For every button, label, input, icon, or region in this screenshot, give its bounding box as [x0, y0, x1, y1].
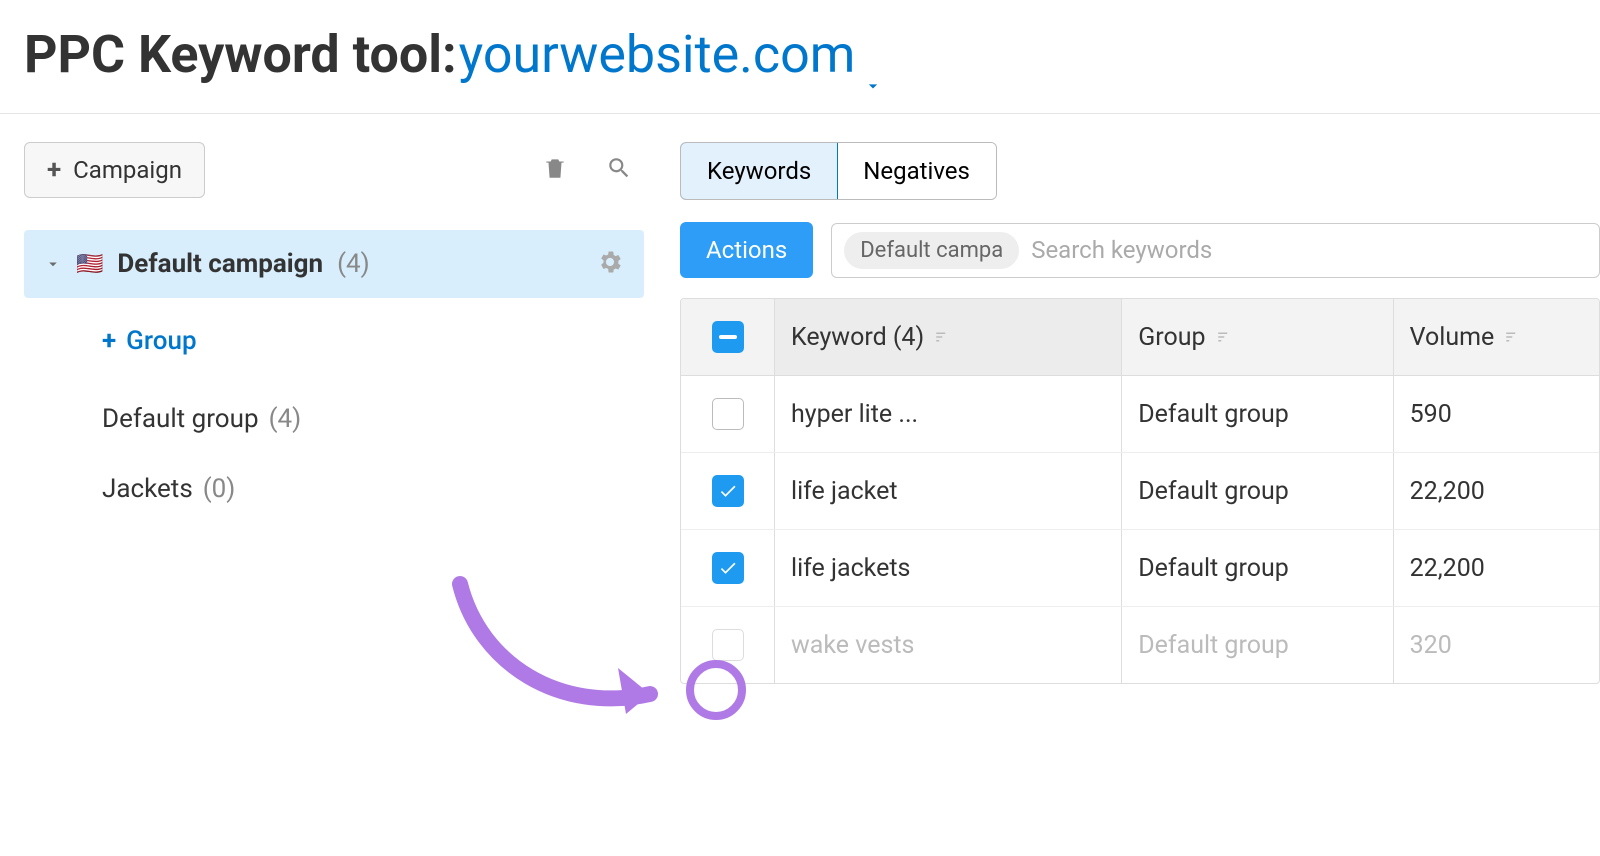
title-prefix: PPC Keyword tool: — [24, 24, 457, 85]
campaign-button-label: Campaign — [73, 156, 182, 184]
select-all-checkbox[interactable] — [712, 321, 744, 353]
chevron-down-icon — [44, 255, 62, 273]
group-item[interactable]: Jackets (0) — [24, 454, 644, 524]
cell-group[interactable]: Default group — [1122, 607, 1393, 683]
group-count: (0) — [203, 474, 236, 504]
search-bar[interactable]: Default campa — [831, 223, 1600, 278]
cell-group[interactable]: Default group — [1122, 376, 1393, 452]
cell-volume: 320 — [1394, 607, 1599, 683]
cell-keyword[interactable]: life jacket — [775, 453, 1122, 529]
domain-text: yourwebsite.com — [459, 24, 856, 85]
table-row: wake vests Default group 320 — [681, 607, 1599, 683]
column-group[interactable]: Group — [1122, 299, 1393, 375]
column-keyword[interactable]: Keyword (4) — [775, 299, 1122, 375]
group-count: (4) — [269, 404, 302, 434]
row-checkbox[interactable] — [712, 398, 744, 430]
row-checkbox[interactable] — [712, 475, 744, 507]
search-icon — [606, 155, 632, 181]
cell-keyword[interactable]: wake vests — [775, 607, 1122, 683]
plus-icon: + — [47, 155, 61, 185]
campaign-count: (4) — [337, 249, 370, 279]
table-row: life jacket Default group 22,200 — [681, 453, 1599, 530]
add-campaign-button[interactable]: + Campaign — [24, 142, 205, 198]
page-header: PPC Keyword tool: yourwebsite.com — [0, 0, 1600, 114]
sidebar: + Campaign 🇺🇸 Default campaign (4) — [24, 142, 644, 684]
campaign-settings-button[interactable] — [596, 248, 624, 280]
actions-button[interactable]: Actions — [680, 222, 813, 278]
cell-keyword[interactable]: life jackets — [775, 530, 1122, 606]
cell-volume: 22,200 — [1394, 530, 1599, 606]
sort-icon — [934, 328, 952, 346]
row-checkbox[interactable] — [712, 629, 744, 661]
group-item[interactable]: Default group (4) — [24, 384, 644, 454]
search-input[interactable] — [1031, 236, 1587, 264]
cell-volume: 22,200 — [1394, 453, 1599, 529]
delete-button[interactable] — [538, 151, 572, 189]
search-button[interactable] — [602, 151, 636, 189]
keywords-table: Keyword (4) Group Volume hyper lite ... … — [680, 298, 1600, 684]
group-name: Jackets — [102, 474, 193, 504]
cell-group[interactable]: Default group — [1122, 530, 1393, 606]
table-row: life jackets Default group 22,200 — [681, 530, 1599, 607]
filter-chip[interactable]: Default campa — [844, 232, 1019, 269]
page-title: PPC Keyword tool: yourwebsite.com — [24, 24, 1576, 85]
campaign-row[interactable]: 🇺🇸 Default campaign (4) — [24, 230, 644, 298]
tab-keywords[interactable]: Keywords — [680, 142, 838, 200]
row-checkbox[interactable] — [712, 552, 744, 584]
domain-dropdown[interactable]: yourwebsite.com — [459, 24, 884, 85]
add-group-button[interactable]: + Group — [24, 298, 644, 384]
chevron-down-icon — [863, 48, 883, 62]
column-volume[interactable]: Volume — [1394, 299, 1599, 375]
tab-group: Keywords Negatives — [680, 142, 997, 200]
table-row: hyper lite ... Default group 590 — [681, 376, 1599, 453]
cell-keyword[interactable]: hyper lite ... — [775, 376, 1122, 452]
table-header: Keyword (4) Group Volume — [681, 299, 1599, 376]
sort-icon — [1216, 328, 1234, 346]
campaign-name: Default campaign — [117, 249, 323, 279]
cell-group[interactable]: Default group — [1122, 453, 1393, 529]
cell-volume: 590 — [1394, 376, 1599, 452]
main-panel: Keywords Negatives Actions Default campa… — [680, 142, 1600, 684]
tab-negatives[interactable]: Negatives — [837, 143, 996, 199]
add-group-label: Group — [126, 326, 196, 356]
sort-icon — [1504, 328, 1522, 346]
group-name: Default group — [102, 404, 259, 434]
trash-icon — [542, 155, 568, 181]
plus-icon: + — [102, 326, 116, 356]
gear-icon — [596, 248, 624, 276]
flag-icon: 🇺🇸 — [76, 252, 103, 277]
